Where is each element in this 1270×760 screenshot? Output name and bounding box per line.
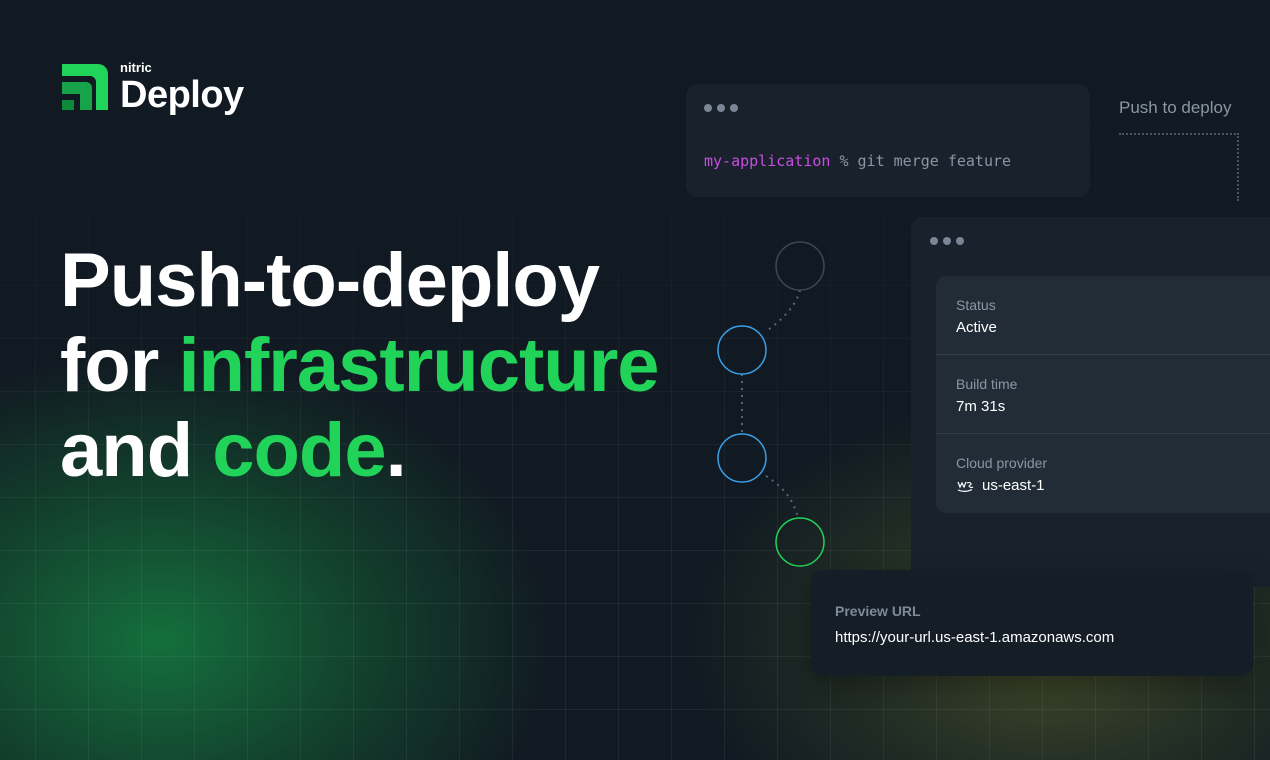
status-value: Active: [956, 319, 997, 336]
preview-url-link[interactable]: https://your-url.us-east-1.amazonaws.com: [835, 629, 1114, 646]
aws-icon: [957, 481, 974, 492]
deployment-details: Status Active Build time 7m 31s Cloud pr…: [936, 276, 1270, 513]
headline-line-3-suffix: .: [385, 408, 407, 493]
pipeline-step-pending: [775, 241, 825, 291]
preview-url-label: Preview URL: [835, 603, 921, 619]
region-value: us-east-1: [982, 477, 1045, 494]
preview-url-card: Preview URL https://your-url.us-east-1.a…: [811, 570, 1253, 676]
window-controls: [704, 104, 738, 112]
window-dot-icon: [717, 104, 725, 112]
detail-row-status: Status Active: [936, 276, 1270, 355]
deployment-panel: Status Active Build time 7m 31s Cloud pr…: [911, 217, 1270, 587]
detail-value: us-east-1: [956, 477, 1270, 494]
push-connector-horizontal: [1119, 133, 1239, 135]
window-dot-icon: [943, 237, 951, 245]
detail-label: Status: [956, 297, 996, 313]
headline-line-2: for infrastructure: [60, 323, 660, 408]
headline-accent-infrastructure: infrastructure: [178, 323, 659, 408]
pipeline-step-live: [775, 517, 825, 567]
nitric-logo-icon: [62, 64, 108, 110]
detail-value: Active: [956, 319, 1270, 336]
pipeline-step-deploy: [717, 433, 767, 483]
window-controls: [930, 237, 964, 245]
pipeline-step-build: [717, 325, 767, 375]
detail-row-cloud-provider: Cloud provider us-east-1: [936, 434, 1270, 513]
logo-company-name: nitric: [120, 60, 152, 75]
headline-accent-code: code: [212, 408, 386, 493]
window-dot-icon: [930, 237, 938, 245]
build-time-value: 7m 31s: [956, 398, 1006, 415]
push-connector-vertical: [1237, 133, 1239, 201]
headline-line-1: Push-to-deploy: [60, 238, 600, 323]
headline-line-2-prefix: for: [60, 323, 179, 408]
pipeline-connector: [767, 289, 801, 331]
headline-line-3: and code.: [60, 408, 659, 493]
detail-row-build-time: Build time 7m 31s: [936, 355, 1270, 434]
pipeline-connector: [765, 475, 799, 519]
detail-label: Build time: [956, 376, 1018, 392]
window-dot-icon: [956, 237, 964, 245]
logo: nitric Deploy: [60, 60, 244, 114]
logo-product-name: Deploy: [120, 74, 244, 116]
terminal-command: % git merge feature: [830, 152, 1012, 170]
pipeline: [717, 241, 825, 567]
detail-label: Cloud provider: [956, 455, 1048, 471]
terminal-command-line: my-application % git merge feature: [704, 152, 1011, 170]
headline: Push-to-deploy for infrastructure and co…: [60, 238, 660, 493]
headline-line-3-prefix: and: [60, 408, 213, 493]
terminal-directory: my-application: [704, 152, 831, 170]
detail-value: 7m 31s: [956, 398, 1270, 415]
window-dot-icon: [730, 104, 738, 112]
window-dot-icon: [704, 104, 712, 112]
push-to-deploy-label: Push to deploy: [1119, 98, 1232, 117]
terminal-window: my-application % git merge feature: [686, 84, 1090, 197]
